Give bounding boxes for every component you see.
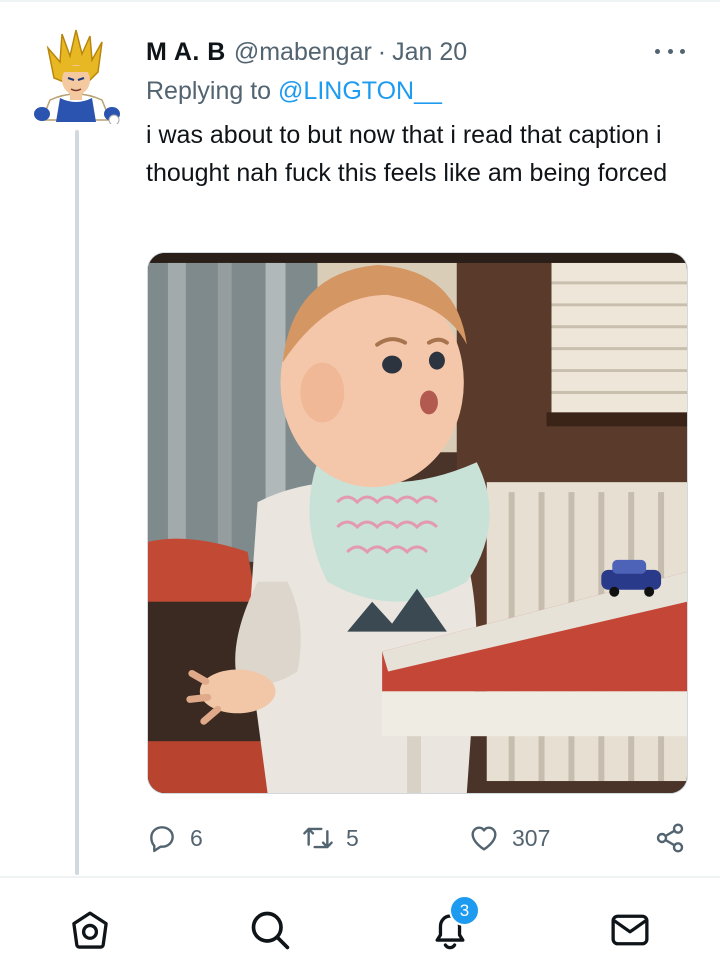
- replying-to-handle[interactable]: @LINGTON__: [278, 77, 442, 105]
- thread-line: [75, 130, 79, 875]
- retweet-button[interactable]: 5: [302, 818, 359, 858]
- bottom-nav: 3: [0, 876, 720, 980]
- share-icon: [656, 823, 684, 853]
- share-button[interactable]: [654, 818, 686, 858]
- reply-count: 6: [190, 824, 203, 851]
- nav-messages[interactable]: [606, 906, 654, 954]
- header-separator: ·: [377, 37, 387, 66]
- author-name[interactable]: M A. B: [146, 38, 226, 67]
- toddler-shrug-photo: [148, 253, 687, 793]
- tweet-actions: 6 5 307: [146, 818, 694, 858]
- nav-search[interactable]: [246, 906, 294, 954]
- reply-button[interactable]: 6: [146, 818, 203, 858]
- like-button[interactable]: 307: [468, 818, 550, 858]
- home-icon: [72, 911, 108, 949]
- avatar-image: [34, 29, 120, 126]
- avatar[interactable]: [30, 28, 122, 126]
- replying-to: Replying to @LINGTON__: [146, 77, 442, 106]
- tweet-date[interactable]: Jan 20: [392, 38, 467, 67]
- replying-to-prefix: Replying to: [146, 77, 272, 105]
- tweet-media[interactable]: [147, 252, 688, 794]
- heart-icon: [471, 826, 497, 851]
- more-options-icon[interactable]: [652, 40, 688, 62]
- tweet-header: M A. B @mabengar · Jan 20: [146, 36, 467, 68]
- like-count: 307: [512, 824, 551, 851]
- search-icon: [251, 911, 290, 950]
- messages-icon: [611, 914, 649, 946]
- reply-icon: [150, 826, 174, 853]
- retweet-count: 5: [346, 824, 359, 851]
- retweet-icon: [303, 827, 333, 849]
- nav-home[interactable]: [66, 906, 114, 954]
- top-divider: [0, 0, 720, 2]
- tweet-text: i was about to but now that i read that …: [146, 121, 668, 187]
- notifications-badge: 3: [449, 895, 480, 926]
- author-handle[interactable]: @mabengar: [234, 38, 372, 67]
